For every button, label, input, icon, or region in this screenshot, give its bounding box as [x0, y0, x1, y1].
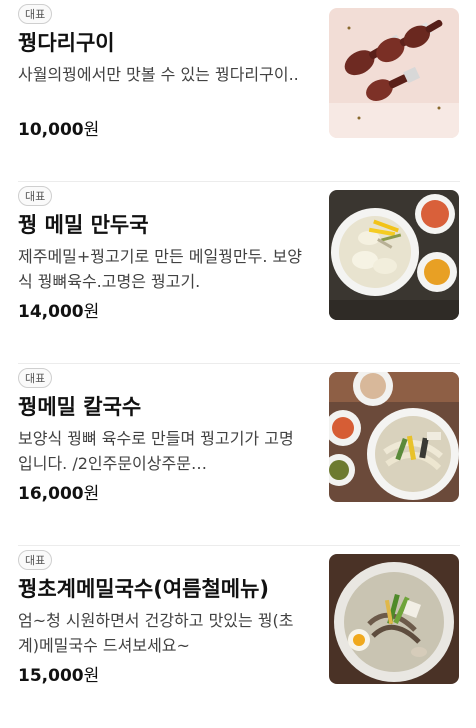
- menu-photo[interactable]: [329, 554, 459, 684]
- price-unit: 원: [83, 302, 100, 322]
- menu-photo[interactable]: [329, 8, 459, 138]
- grilled-pheasant-legs-image: [329, 8, 459, 138]
- menu-price: 10,000원: [18, 118, 99, 142]
- menu-item[interactable]: 대표 꿩다리구이 사월의꿩에서만 맛볼 수 있는 꿩다리구이.. 10,000원: [0, 0, 476, 182]
- signature-badge: 대표: [18, 186, 53, 206]
- menu-description: 사월의꿩에서만 맛볼 수 있는 꿩다리구이..: [18, 65, 299, 84]
- menu-name: 꿩다리구이: [18, 31, 115, 55]
- menu-description: 제주메밀+꿩고기로 만든 메일꿩만두. 보양식 꿩뼈육수.고명은 꿩고기.: [18, 247, 302, 291]
- price-unit: 원: [83, 120, 100, 140]
- menu-list: 대표 꿩다리구이 사월의꿩에서만 맛볼 수 있는 꿩다리구이.. 10,000원: [0, 0, 476, 695]
- price-unit: 원: [83, 666, 100, 686]
- menu-name: 꿩 메밀 만두국: [18, 213, 149, 237]
- price-amount: 15,000: [18, 666, 84, 686]
- kalguksu-image: [329, 372, 459, 502]
- signature-badge: 대표: [18, 4, 53, 24]
- menu-item[interactable]: 대표 꿩 메밀 만두국 제주메밀+꿩고기로 만든 메일꿩만두. 보양식 꿩뼈육수…: [0, 182, 476, 364]
- price-amount: 16,000: [18, 484, 84, 504]
- menu-price: 14,000원: [18, 300, 99, 324]
- menu-photo[interactable]: [329, 372, 459, 502]
- menu-name: 꿩초계메밀국수(여름철메뉴): [18, 577, 270, 601]
- menu-item[interactable]: 대표 꿩초계메밀국수(여름철메뉴) 엄~청 시원하면서 건강하고 맛있는 꿩(초…: [0, 546, 476, 728]
- menu-price: 16,000원: [18, 482, 99, 506]
- menu-photo[interactable]: [329, 190, 459, 320]
- dumpling-soup-image: [329, 190, 459, 320]
- menu-description: 엄~청 시원하면서 건강하고 맛있는 꿩(초계)메밀국수 드셔보세요~: [18, 611, 294, 655]
- signature-badge: 대표: [18, 550, 53, 570]
- price-unit: 원: [83, 484, 100, 504]
- menu-price: 15,000원: [18, 664, 99, 688]
- price-amount: 10,000: [18, 120, 84, 140]
- menu-item[interactable]: 대표 꿩메밀 칼국수 보양식 꿩뼈 육수로 만들며 꿩고기가 고명입니다. /2…: [0, 364, 476, 546]
- cold-buckwheat-noodle-image: [329, 554, 459, 684]
- price-amount: 14,000: [18, 302, 84, 322]
- menu-description: 보양식 꿩뼈 육수로 만들며 꿩고기가 고명입니다. /2인주문이상주문…: [18, 429, 294, 473]
- menu-name: 꿩메밀 칼국수: [18, 395, 142, 419]
- signature-badge: 대표: [18, 368, 53, 388]
